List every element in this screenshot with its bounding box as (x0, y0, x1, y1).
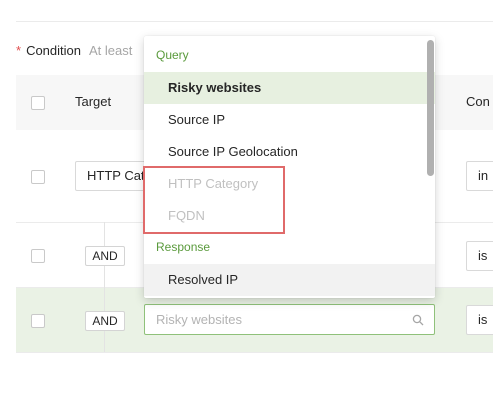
condition-hint: At least (89, 42, 133, 58)
row-2-and-badge[interactable]: AND (85, 246, 125, 266)
column-header-condition: Con (466, 94, 490, 109)
tree-connector-line (104, 222, 105, 352)
dropdown-scrollbar[interactable] (427, 40, 434, 176)
row-1-checkbox[interactable] (31, 170, 45, 184)
row-3-and-badge[interactable]: AND (85, 311, 125, 331)
search-icon (412, 314, 424, 326)
condition-label: Condition (26, 42, 81, 58)
column-header-target: Target (75, 94, 112, 109)
row-3-condition-select[interactable]: is (466, 305, 493, 335)
option-source-ip[interactable]: Source IP (144, 104, 435, 136)
option-source-ip-geolocation[interactable]: Source IP Geolocation (144, 136, 435, 168)
option-resolved-ip[interactable]: Resolved IP (144, 264, 435, 296)
group-label-query: Query (156, 48, 189, 62)
required-mark: * (16, 42, 22, 58)
row-3-checkbox[interactable] (31, 314, 45, 328)
row-divider (16, 352, 493, 353)
target-search-input[interactable]: Risky websites (144, 304, 435, 335)
select-all-checkbox[interactable] (31, 96, 45, 110)
target-search-placeholder: Risky websites (156, 312, 242, 327)
row-2-checkbox[interactable] (31, 249, 45, 263)
top-divider (16, 21, 493, 22)
group-label-response: Response (156, 240, 211, 254)
row-2-condition-select[interactable]: is (466, 241, 493, 271)
annotation-highlight-box (143, 166, 285, 234)
condition-field-label: * Condition At least (16, 41, 132, 59)
row-1-condition-select[interactable]: in (466, 161, 493, 191)
option-risky-websites[interactable]: Risky websites (144, 72, 435, 104)
